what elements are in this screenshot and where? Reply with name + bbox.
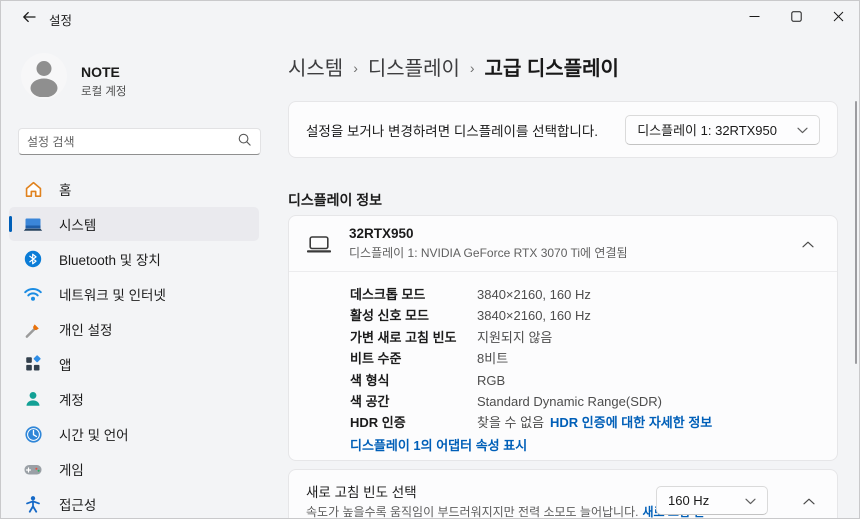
sidebar-item-accessibility[interactable]: 접근성 (9, 487, 259, 519)
refresh-rate-dropdown[interactable]: 160 Hz (656, 486, 768, 515)
sidebar-item-system[interactable]: 시스템 (9, 207, 259, 241)
detail-row-hdr-certification: HDR 인증 찾을 수 없음 HDR 인증에 대한 자세한 정보 (350, 412, 820, 433)
chevron-up-icon (803, 492, 815, 510)
avatar[interactable] (21, 53, 67, 99)
maximize-icon (791, 9, 802, 27)
close-icon (833, 9, 844, 27)
sidebar-item-label: 시간 및 언어 (59, 424, 129, 444)
breadcrumb-system[interactable]: 시스템 (288, 52, 343, 81)
detail-row-variable-refresh: 가변 새로 고침 빈도 지원되지 않음 (350, 327, 820, 348)
sidebar-item-personalization[interactable]: 개인 설정 (9, 312, 259, 346)
refresh-rate-value: 160 Hz (668, 493, 709, 508)
app-title: 설정 (49, 10, 72, 29)
back-arrow-icon (21, 9, 37, 30)
search-input[interactable] (27, 135, 237, 149)
sidebar-item-time-language[interactable]: 시간 및 언어 (9, 417, 259, 451)
sidebar-item-apps[interactable]: 앱 (9, 347, 259, 381)
sidebar-item-label: Bluetooth 및 장치 (59, 249, 161, 269)
sidebar-item-gaming[interactable]: 게임 (9, 452, 259, 486)
maximize-button[interactable] (775, 1, 817, 35)
monitor-connection: 디스플레이 1: NVIDIA GeForce RTX 3070 Ti에 연결됨 (349, 244, 628, 261)
time-language-icon (23, 424, 43, 444)
window-controls (733, 1, 859, 35)
vertical-scrollbar[interactable] (855, 101, 857, 364)
adapter-properties-link[interactable]: 디스플레이 1의 어댑터 속성 표시 (350, 435, 527, 456)
chevron-up-icon (802, 235, 814, 253)
sidebar-item-label: 계정 (59, 389, 84, 409)
display-info-section-title: 디스플레이 정보 (288, 190, 382, 210)
close-button[interactable] (817, 1, 859, 35)
sidebar-item-home[interactable]: 홈 (9, 172, 259, 206)
breadcrumb-display[interactable]: 디스플레이 (368, 52, 460, 81)
detail-row-color-space: 색 공간 Standard Dynamic Range(SDR) (350, 391, 820, 412)
hdr-info-link[interactable]: HDR 인증에 대한 자세한 정보 (550, 412, 712, 433)
sidebar-item-network[interactable]: 네트워크 및 인터넷 (9, 277, 259, 311)
display-select-dropdown[interactable]: 디스플레이 1: 32RTX950 (625, 115, 820, 145)
detail-row-bit-depth: 비트 수준 8비트 (350, 348, 820, 369)
bluetooth-icon (23, 249, 43, 269)
sidebar-item-label: 네트워크 및 인터넷 (59, 284, 166, 304)
minimize-icon (749, 9, 760, 27)
sidebar-item-label: 앱 (59, 354, 71, 374)
chevron-down-icon (797, 122, 808, 137)
detail-row-desktop-mode: 데스크톱 모드 3840×2160, 160 Hz (350, 284, 820, 305)
sidebar-nav: 홈 시스템 Bluetooth 및 장치 네트워크 및 인터넷 개인 설정 (9, 172, 259, 519)
accounts-icon (23, 389, 43, 409)
settings-search-box[interactable] (18, 128, 261, 155)
search-icon (237, 132, 252, 152)
sidebar-item-accounts[interactable]: 계정 (9, 382, 259, 416)
select-display-label: 설정을 보거나 변경하려면 디스플레이를 선택합니다. (306, 120, 598, 140)
minimize-button[interactable] (733, 1, 775, 35)
display-info-details: 데스크톱 모드 3840×2160, 160 Hz 활성 신호 모드 3840×… (289, 272, 837, 456)
home-icon (23, 179, 43, 199)
monitor-name: 32RTX950 (349, 226, 628, 241)
refresh-rate-card: 새로 고침 빈도 선택 속도가 높을수록 움직임이 부드러워지지만 전력 소모도… (288, 469, 838, 519)
display-info-titles: 32RTX950 디스플레이 1: NVIDIA GeForce RTX 307… (349, 226, 628, 261)
page-title: 고급 디스플레이 (485, 52, 619, 81)
titlebar: 설정 (1, 1, 859, 37)
breadcrumb-separator: › (470, 60, 475, 76)
detail-row-active-signal-mode: 활성 신호 모드 3840×2160, 160 Hz (350, 305, 820, 326)
accessibility-icon (23, 494, 43, 514)
sidebar-item-label: 홈 (59, 179, 71, 199)
chevron-down-icon (745, 493, 756, 508)
apps-icon (23, 354, 43, 374)
sidebar-item-label: 게임 (59, 459, 84, 479)
monitor-icon (306, 233, 332, 255)
user-avatar-icon (21, 53, 67, 99)
display-info-header[interactable]: 32RTX950 디스플레이 1: NVIDIA GeForce RTX 307… (289, 216, 837, 272)
refresh-rate-description: 속도가 높을수록 움직임이 부드러워지지만 전력 소모도 늘어납니다.새로 고침… (306, 504, 710, 519)
detail-row-color-format: 색 형식 RGB (350, 370, 820, 391)
display-info-card: 32RTX950 디스플레이 1: NVIDIA GeForce RTX 307… (288, 215, 838, 461)
personalization-icon (23, 319, 43, 339)
sidebar-item-label: 시스템 (59, 214, 96, 234)
display-select-value: 디스플레이 1: 32RTX950 (637, 120, 777, 139)
network-icon (23, 284, 43, 304)
system-icon (23, 214, 43, 234)
back-button[interactable] (13, 4, 45, 34)
sidebar-item-label: 접근성 (59, 494, 96, 514)
breadcrumb-separator: › (353, 60, 358, 76)
select-display-card: 설정을 보거나 변경하려면 디스플레이를 선택합니다. 디스플레이 1: 32R… (288, 101, 838, 158)
sidebar-item-bluetooth[interactable]: Bluetooth 및 장치 (9, 242, 259, 276)
settings-window: 설정 NOTE 로컬 계정 (0, 0, 860, 519)
user-name: NOTE (81, 64, 120, 80)
sidebar-item-label: 개인 설정 (59, 319, 112, 339)
collapse-display-info-button[interactable] (793, 229, 823, 259)
collapse-refresh-rate-button[interactable] (794, 486, 824, 516)
gaming-icon (23, 459, 43, 479)
user-account-type: 로컬 계정 (81, 83, 127, 99)
breadcrumb: 시스템 › 디스플레이 › 고급 디스플레이 (288, 52, 619, 81)
